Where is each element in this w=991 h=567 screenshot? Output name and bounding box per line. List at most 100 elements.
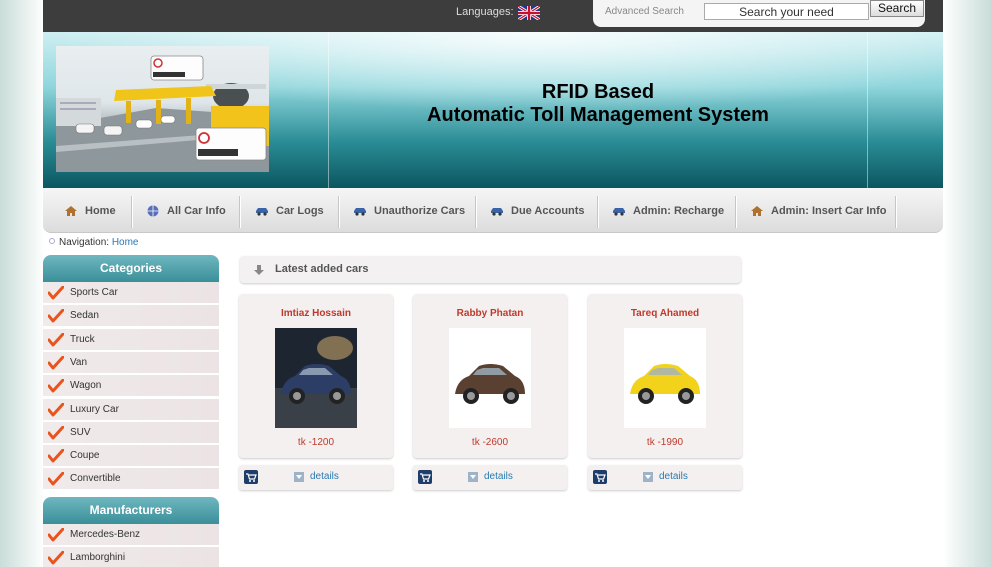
- nav-admin-insert-car-info[interactable]: Admin: Insert Car Info: [750, 188, 887, 233]
- nav-label: Admin: Recharge: [633, 204, 725, 217]
- nav-label: Unauthorize Cars: [374, 204, 466, 217]
- car-icon: [613, 207, 625, 216]
- home-icon: [751, 205, 763, 216]
- car-icon: [491, 207, 503, 216]
- car-icon: [256, 207, 268, 216]
- uk-flag-icon[interactable]: [518, 6, 540, 20]
- owner-name[interactable]: Tareq Ahamed: [588, 308, 742, 319]
- manufacturer-item[interactable]: Mercedes-Benz: [43, 524, 219, 546]
- nav-separator: [338, 196, 340, 228]
- nav-separator: [475, 196, 477, 228]
- details-link[interactable]: details: [659, 471, 688, 482]
- category-label: Van: [70, 356, 88, 368]
- category-label: Convertible: [70, 473, 121, 485]
- search-input[interactable]: [704, 3, 869, 20]
- price: tk -1200: [297, 437, 335, 448]
- category-item[interactable]: Convertible: [43, 468, 219, 491]
- car-photo: [275, 328, 357, 428]
- nav-car-logs[interactable]: Car Logs: [255, 188, 324, 233]
- nav-separator: [735, 196, 737, 228]
- checkmark-icon: [48, 449, 64, 463]
- category-item[interactable]: Sports Car: [43, 282, 219, 304]
- checkmark-icon: [48, 309, 64, 323]
- category-label: Truck: [70, 333, 95, 345]
- car-card[interactable]: Imtiaz Hossain tk -1200: [239, 294, 393, 458]
- category-label: Sedan: [70, 310, 99, 322]
- cart-icon[interactable]: [593, 470, 607, 484]
- advanced-search-link[interactable]: Advanced Search: [605, 6, 684, 17]
- card-actions: details: [413, 465, 567, 490]
- car-card[interactable]: Tareq Ahamed tk -1990: [588, 294, 742, 458]
- category-item[interactable]: Van: [43, 351, 219, 374]
- breadcrumb: Navigation: Home: [49, 237, 139, 248]
- category-label: SUV: [70, 426, 91, 438]
- car-image[interactable]: [449, 328, 531, 428]
- checkmark-icon: [48, 379, 64, 393]
- checkmark-icon: [48, 425, 64, 440]
- category-item[interactable]: Luxury Car: [43, 398, 219, 421]
- breadcrumb-home-link[interactable]: Home: [112, 237, 139, 248]
- manufacturer-label: Mercedes-Benz: [70, 529, 141, 540]
- banner-divider: [328, 32, 329, 188]
- nav-label: Car Logs: [276, 204, 324, 217]
- manufacturer-label: Lamborghini: [70, 552, 126, 564]
- category-item[interactable]: Wagon: [43, 375, 219, 398]
- category-item[interactable]: Coupe: [43, 445, 219, 468]
- nav-home[interactable]: Home: [64, 188, 116, 233]
- nav-separator: [239, 196, 241, 228]
- search-button[interactable]: Search: [870, 0, 924, 17]
- car-image[interactable]: [275, 328, 357, 428]
- breadcrumb-label: Navigation:: [59, 237, 110, 248]
- nav-label: Admin: Insert Car Info: [771, 204, 887, 217]
- main-nav: Home All Car Info Car Logs Unauthorize C…: [43, 188, 943, 233]
- banner-divider: [867, 32, 868, 188]
- details-link[interactable]: details: [484, 471, 513, 482]
- cart-icon[interactable]: [418, 470, 432, 484]
- car-icon: [354, 207, 366, 216]
- checkmark-icon: [48, 528, 64, 542]
- site-title-line1: RFID Based: [541, 81, 655, 103]
- details-link[interactable]: details: [310, 471, 339, 482]
- category-item[interactable]: Sedan: [43, 305, 219, 328]
- categories-header: Categories: [43, 255, 219, 282]
- nav-separator: [131, 196, 133, 228]
- nav-separator: [895, 196, 897, 228]
- languages-label: Languages:: [456, 6, 514, 18]
- checkmark-icon: [48, 472, 64, 486]
- card-actions: details: [588, 465, 742, 490]
- cart-icon[interactable]: [244, 470, 258, 484]
- checkmark-icon: [48, 355, 64, 370]
- category-label: Coupe: [70, 450, 100, 462]
- owner-name[interactable]: Rabby Phatan: [413, 308, 567, 319]
- checkmark-icon: [48, 332, 64, 347]
- category-label: Luxury Car: [70, 403, 119, 415]
- price: tk -1990: [646, 437, 684, 448]
- category-item[interactable]: SUV: [43, 421, 219, 444]
- arrow-down-icon: [254, 265, 264, 275]
- top-bar: Languages: Advanced Search Search: [43, 0, 943, 32]
- owner-name[interactable]: Imtiaz Hossain: [239, 308, 393, 319]
- car-image[interactable]: [624, 328, 706, 428]
- banner: RFID Based Automatic Toll Management Sys…: [43, 32, 943, 188]
- checkmark-icon: [48, 286, 64, 300]
- globe-icon: [147, 205, 159, 216]
- category-label: Wagon: [70, 380, 102, 392]
- bullet-icon: [49, 238, 55, 244]
- checkmark-icon: [48, 551, 64, 565]
- nav-label: Home: [85, 204, 116, 217]
- car-card[interactable]: Rabby Phatan tk -2600: [413, 294, 567, 458]
- nav-due-accounts[interactable]: Due Accounts: [490, 188, 585, 233]
- car-photo: [449, 328, 531, 428]
- category-item[interactable]: Truck: [43, 328, 219, 351]
- nav-all-car-info[interactable]: All Car Info: [146, 188, 226, 233]
- category-label: Sports Car: [70, 287, 118, 298]
- nav-unauthorize-cars[interactable]: Unauthorize Cars: [353, 188, 465, 233]
- card-actions: details: [239, 465, 393, 490]
- search-box: Advanced Search Search: [593, 0, 925, 27]
- page: Languages: Advanced Search Search your n…: [43, 0, 943, 567]
- price: tk -2600: [471, 437, 509, 448]
- manufacturer-item[interactable]: Lamborghini: [43, 547, 219, 567]
- checkmark-icon: [48, 402, 64, 416]
- nav-admin-recharge[interactable]: Admin: Recharge: [612, 188, 724, 233]
- manufacturers-header: Manufacturers: [43, 497, 219, 524]
